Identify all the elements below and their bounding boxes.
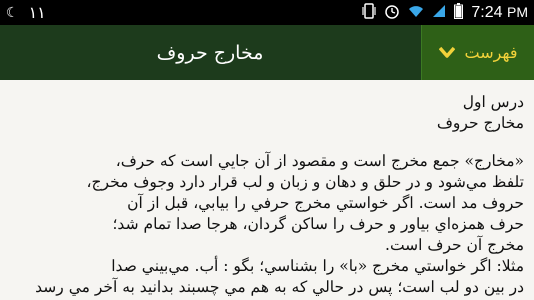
vibrate-icon	[362, 2, 377, 23]
clock-time: 7:24	[471, 3, 503, 21]
action-bar: مخارج حروف فهرست	[0, 25, 534, 80]
page-title: مخارج حروف	[156, 41, 264, 64]
status-left: ☾ ۱۱	[6, 2, 46, 23]
index-label: فهرست	[464, 43, 518, 62]
status-number: ۱۱	[28, 3, 46, 22]
paragraph-line: تلفظ مي‌شود و در حلق و دهان و زبان و لب …	[86, 173, 524, 191]
wifi-icon	[408, 3, 424, 22]
paragraph-line: حرف همزه‌اي بياور و حرف را ساكن گردان، ه…	[112, 215, 525, 233]
paragraph-line: حروف مد است. اگر خواستي مخرج حرفي را بيا…	[127, 194, 524, 212]
clock-suffix: PM	[507, 3, 528, 20]
status-bar: ☾ ۱۱ 7:24 PM	[0, 0, 534, 25]
lesson-number: درس اول	[462, 93, 524, 111]
signal-icon	[432, 3, 446, 22]
paragraph-line: مخرج آن حرف است.	[385, 236, 524, 254]
battery-icon	[454, 2, 464, 23]
paragraph-line: مثلا: اگر خواستي مخرج «با» را بشناسي؛ بگ…	[111, 257, 524, 275]
paragraph-line: «مخارج» جمع مخرج است و مقصود از آن جایي …	[115, 152, 524, 170]
paragraph-line: در بين دو لب است؛ پس در حالي كه به هم مي…	[35, 278, 524, 296]
lesson-content: درس اول مخارج حروف «مخارج» جمع مخرج است …	[0, 80, 534, 300]
lesson-title: مخارج حروف	[436, 114, 524, 132]
lesson-paragraph: «مخارج» جمع مخرج است و مقصود از آن جایي …	[14, 151, 524, 298]
chevron-down-icon	[438, 43, 455, 62]
index-menu-button[interactable]: فهرست	[421, 25, 534, 80]
alarm-icon	[384, 3, 400, 23]
clock: 7:24 PM	[471, 4, 528, 22]
status-right: 7:24 PM	[362, 2, 528, 23]
lesson-text: درس اول مخارج حروف «مخارج» جمع مخرج است …	[14, 92, 524, 298]
crescent-moon-icon: ☾	[6, 4, 19, 21]
